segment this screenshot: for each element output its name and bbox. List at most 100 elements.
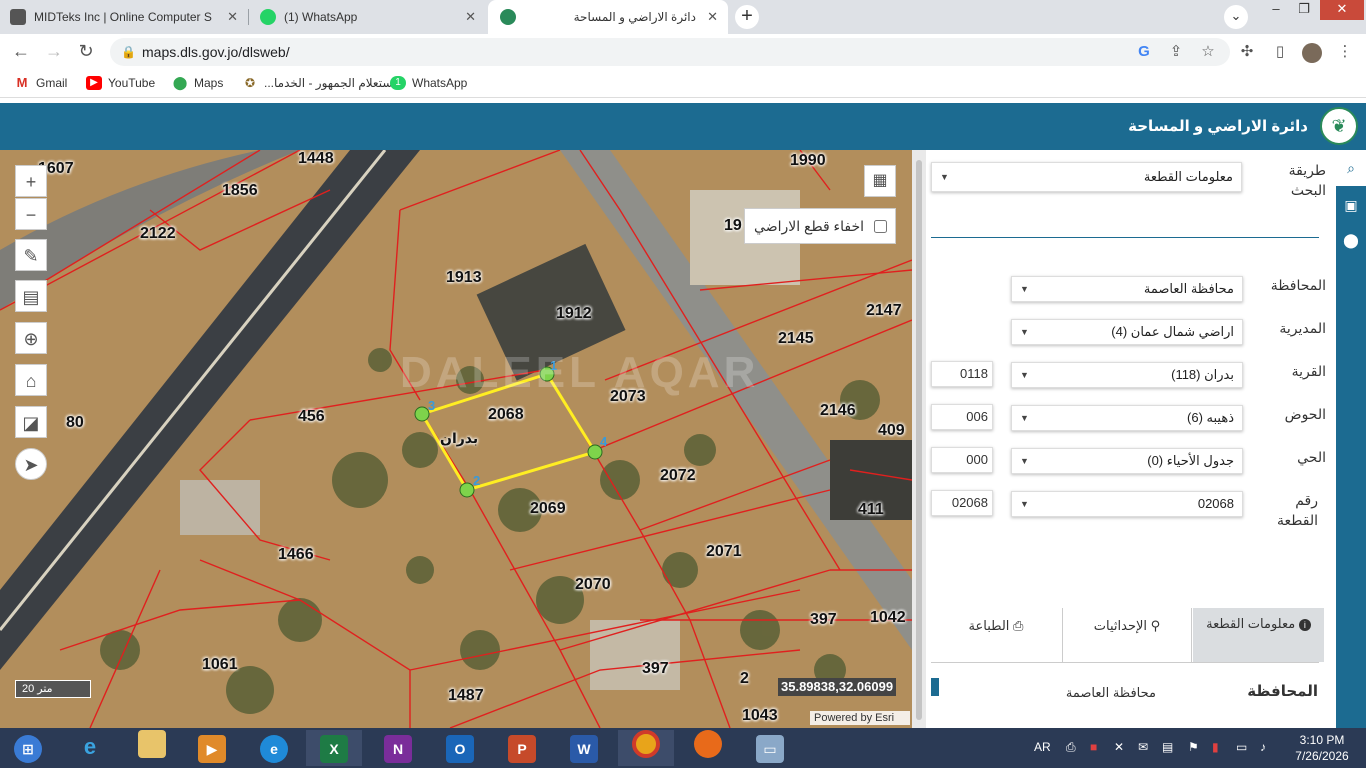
- layers-card-icon[interactable]: ▣: [1341, 195, 1361, 215]
- new-tab-button[interactable]: +: [735, 5, 759, 29]
- parcel-label[interactable]: 80: [66, 414, 84, 432]
- parcel-label[interactable]: 456: [298, 408, 325, 426]
- window-close-icon[interactable]: ✕: [1320, 0, 1364, 20]
- parcel-label[interactable]: 397: [810, 611, 837, 629]
- parcel-label[interactable]: 2070: [575, 576, 611, 594]
- directorate-select[interactable]: ▼ اراضي شمال عمان (4): [1011, 319, 1243, 345]
- parcel-label[interactable]: 1061: [202, 656, 238, 674]
- compass-north-icon[interactable]: ➤: [15, 448, 47, 480]
- storage-tray-icon[interactable]: ▤: [1162, 740, 1173, 754]
- tab-whatsapp[interactable]: (1) WhatsApp ✕: [250, 0, 486, 34]
- tab-dls[interactable]: دائرة الاراضي و المساحة ✕: [488, 0, 728, 34]
- panel-scrollbar[interactable]: [912, 150, 926, 728]
- outlook-tray-icon[interactable]: ✉: [1138, 740, 1148, 754]
- parcel-label[interactable]: 2145: [778, 330, 814, 348]
- minimize-icon[interactable]: –: [1262, 0, 1290, 20]
- measure-ruler-icon[interactable]: ▤: [15, 280, 47, 312]
- scrollbar-thumb[interactable]: [916, 160, 922, 720]
- display-tray-icon[interactable]: ▭: [1236, 740, 1247, 754]
- close-icon[interactable]: ✕: [465, 9, 476, 25]
- extensions-puzzle-icon[interactable]: ✣: [1238, 43, 1256, 61]
- bookmark-maps[interactable]: ⬤ Maps: [172, 76, 223, 90]
- close-icon[interactable]: ✕: [227, 9, 238, 25]
- bookmark-public-inquiry[interactable]: ✪ استعلام الجمهور - الخدما...: [242, 76, 396, 90]
- back-arrow-icon[interactable]: ←: [10, 41, 32, 63]
- parcel-label[interactable]: 1042: [870, 609, 906, 627]
- reload-icon[interactable]: ↻: [75, 41, 97, 63]
- map-view[interactable]: 3 1 4 2 DALEEL AQAR 1607 1448 1990 1856 …: [0, 150, 912, 728]
- parcel-label[interactable]: 1043: [742, 707, 778, 725]
- star-bookmark-icon[interactable]: ☆: [1199, 43, 1217, 61]
- media-player-icon[interactable]: ▶: [184, 730, 240, 766]
- parcel-label[interactable]: 2069: [530, 500, 566, 518]
- system-clock[interactable]: 3:10 PM 7/26/2026: [1290, 732, 1354, 764]
- hide-parcels-toggle[interactable]: اخفاء قطع الاراضي: [744, 208, 896, 244]
- draw-pencil-icon[interactable]: ✎: [15, 239, 47, 271]
- zoom-in-button[interactable]: +: [15, 165, 47, 197]
- parcel-label[interactable]: 19: [724, 217, 742, 235]
- chrome-icon[interactable]: [618, 730, 674, 766]
- parcel-label[interactable]: 1448: [298, 150, 334, 168]
- parcel-label[interactable]: 2: [740, 670, 749, 688]
- profile-avatar[interactable]: [1302, 43, 1322, 63]
- hide-parcels-checkbox[interactable]: [874, 219, 887, 233]
- zoom-out-button[interactable]: −: [15, 198, 47, 230]
- volume-tray-icon[interactable]: ♪: [1260, 740, 1266, 754]
- parcel-label[interactable]: 2072: [660, 467, 696, 485]
- parcel-label[interactable]: 1912: [556, 305, 592, 323]
- network-tray-icon[interactable]: ✕: [1114, 740, 1124, 754]
- basemap-gallery-icon[interactable]: ▦: [864, 165, 896, 197]
- printer-tray-icon[interactable]: ⎙: [1066, 740, 1076, 755]
- parcel-label[interactable]: 411: [858, 501, 884, 519]
- neighborhood-code-input[interactable]: 000: [931, 447, 993, 473]
- onenote-icon[interactable]: N: [370, 730, 426, 766]
- flag-tray-icon[interactable]: ⚑: [1188, 740, 1199, 754]
- village-select[interactable]: ▼ بدران (118): [1011, 362, 1243, 388]
- parcel-label[interactable]: 1990: [790, 152, 826, 170]
- basin-code-input[interactable]: 006: [931, 404, 993, 430]
- bookmark-youtube[interactable]: ▶ YouTube: [86, 76, 155, 90]
- parcel-label[interactable]: 1466: [278, 546, 314, 564]
- firefox-icon[interactable]: [680, 730, 736, 766]
- menu-kebab-icon[interactable]: ⋮: [1336, 43, 1354, 61]
- close-icon[interactable]: ✕: [707, 9, 718, 25]
- maximize-icon[interactable]: ❐: [1290, 0, 1318, 20]
- parcel-label[interactable]: 2147: [866, 302, 902, 320]
- home-icon[interactable]: ⌂: [15, 364, 47, 396]
- location-pin-icon[interactable]: ⬤: [1341, 230, 1361, 250]
- chart-edit-icon[interactable]: ◪: [15, 406, 47, 438]
- bookmark-gmail[interactable]: M Gmail: [14, 76, 67, 90]
- parcel-label[interactable]: 1913: [446, 269, 482, 287]
- parcel-label[interactable]: 2071: [706, 543, 742, 561]
- parcel-label[interactable]: 397: [642, 660, 669, 678]
- tab-print[interactable]: ⎙ الطباعة: [931, 608, 1061, 662]
- parcel-label-selected[interactable]: 2068: [488, 406, 524, 424]
- parcel-code-input[interactable]: 02068: [931, 490, 993, 516]
- bookmark-whatsapp[interactable]: 1 WhatsApp: [390, 76, 467, 90]
- address-bar[interactable]: 🔒 maps.dls.gov.jo/dlsweb/: [110, 38, 1230, 66]
- internet-explorer-icon[interactable]: e: [62, 730, 118, 766]
- parcel-select[interactable]: ▼ 02068: [1011, 491, 1243, 517]
- outlook-icon[interactable]: O: [432, 730, 488, 766]
- alert-tray-icon[interactable]: ▮: [1212, 740, 1219, 754]
- parcel-label[interactable]: 2073: [610, 388, 646, 406]
- parcel-label[interactable]: 2122: [140, 225, 176, 243]
- governorate-select[interactable]: ▼ محافظة العاصمة: [1011, 276, 1243, 302]
- side-panel-icon[interactable]: ▯: [1271, 43, 1289, 61]
- search-icon[interactable]: ⌕: [1336, 150, 1366, 186]
- start-button[interactable]: ⊞: [0, 730, 56, 766]
- village-code-input[interactable]: 0118: [931, 361, 993, 387]
- powerpoint-icon[interactable]: P: [494, 730, 550, 766]
- language-indicator[interactable]: AR: [1034, 740, 1051, 754]
- tab-coordinates[interactable]: ⚲ الإحداثيات: [1062, 608, 1192, 662]
- share-icon[interactable]: ⇪: [1167, 43, 1185, 61]
- parcel-label[interactable]: 1856: [222, 182, 258, 200]
- search-method-select[interactable]: ▼ معلومات القطعة: [931, 162, 1242, 192]
- locate-crosshair-icon[interactable]: ⊕: [15, 322, 47, 354]
- antivirus-tray-icon[interactable]: ■: [1090, 740, 1097, 754]
- forward-arrow-icon[interactable]: →: [43, 41, 65, 63]
- file-explorer-icon[interactable]: [124, 730, 180, 766]
- basin-select[interactable]: ▼ ذهيبه (6): [1011, 405, 1243, 431]
- google-translate-icon[interactable]: G: [1135, 43, 1153, 61]
- word-icon[interactable]: W: [556, 730, 612, 766]
